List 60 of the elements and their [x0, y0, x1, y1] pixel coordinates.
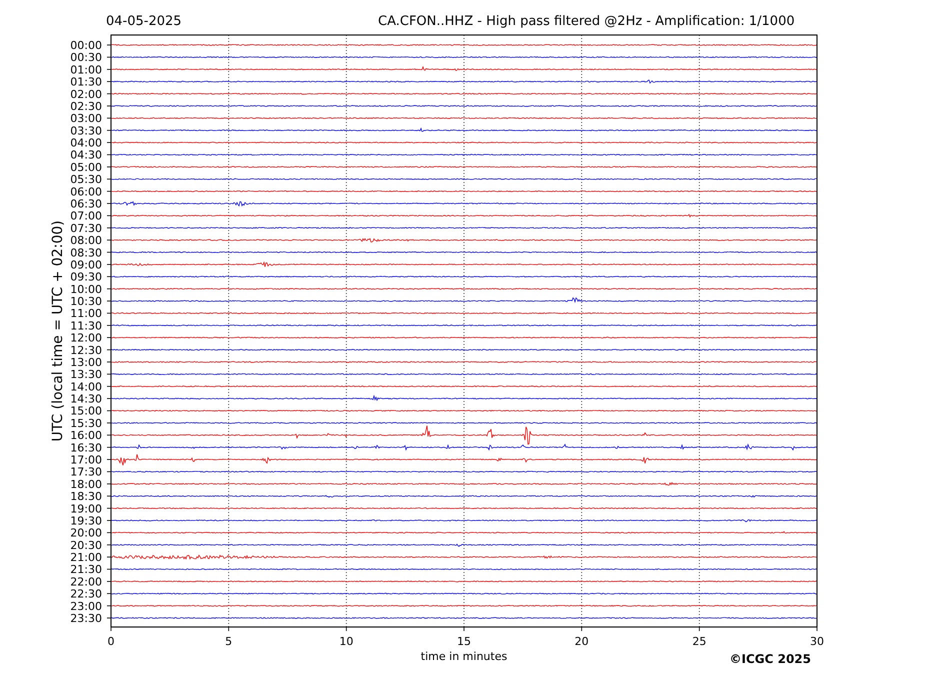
- tick-label: 15: [457, 635, 471, 648]
- time-label: 09:30: [70, 270, 102, 284]
- time-label: 22:30: [70, 588, 102, 601]
- time-label: 11:30: [70, 319, 102, 332]
- time-label: 15:00: [70, 404, 102, 418]
- time-label: 09:00: [70, 258, 102, 272]
- tick-label: 20: [574, 635, 589, 648]
- time-label: 23:30: [70, 612, 102, 625]
- time-label: 14:00: [70, 380, 102, 394]
- tick-label: 10: [339, 635, 354, 648]
- time-label: 22:00: [70, 575, 102, 588]
- axis-label: time in minutes: [420, 650, 508, 663]
- time-label: 18:00: [70, 478, 102, 491]
- time-label: 20:30: [70, 538, 102, 552]
- time-label: 00:00: [70, 39, 102, 52]
- time-label: 15:30: [70, 416, 102, 430]
- time-label: 03:00: [70, 112, 102, 126]
- chart-title: CA.CFON..HHZ - High pass filtered @2Hz - Amplification: 1/1000: [378, 14, 795, 29]
- tick-label: 5: [225, 635, 232, 648]
- time-label: 23:00: [70, 600, 102, 613]
- time-label: 21:30: [70, 563, 102, 576]
- time-label: 19:00: [70, 502, 102, 516]
- time-label: 06:00: [70, 185, 102, 198]
- time-label: 19:30: [70, 514, 102, 528]
- copyright-label: ©ICGC 2025: [729, 652, 811, 666]
- time-label: 18:30: [70, 490, 102, 504]
- tick-label: 30: [810, 635, 824, 648]
- tick-label: 0: [108, 635, 114, 648]
- axis-label: UTC (local time = UTC + 02:00): [50, 220, 66, 442]
- time-label: 20:00: [70, 526, 102, 540]
- time-label: 07:00: [70, 210, 102, 223]
- time-label: 13:00: [70, 356, 102, 369]
- time-label: 01:30: [70, 76, 102, 89]
- time-label: 21:00: [70, 551, 102, 564]
- time-label: 04:30: [70, 148, 102, 162]
- time-label: 10:30: [70, 295, 102, 308]
- time-label: 02:00: [70, 88, 102, 101]
- time-label: 08:00: [70, 234, 102, 248]
- time-label: 10:00: [70, 282, 102, 296]
- tick-label: 25: [692, 635, 706, 648]
- time-label: 16:30: [70, 441, 102, 454]
- time-label: 05:00: [70, 160, 102, 174]
- date-label: 04-05-2025: [106, 14, 182, 29]
- time-label: 11:00: [70, 307, 102, 320]
- time-label: 12:30: [70, 344, 102, 357]
- time-label: 07:30: [70, 222, 102, 235]
- time-label: 08:30: [70, 246, 102, 260]
- time-label: 06:30: [70, 198, 102, 210]
- time-label: 04:00: [70, 136, 102, 150]
- time-label: 03:30: [70, 124, 102, 138]
- time-label: 00:30: [70, 51, 102, 64]
- time-label: 02:30: [70, 100, 102, 113]
- time-label: 16:00: [70, 429, 102, 442]
- time-label: 05:30: [70, 173, 102, 186]
- time-label: 12:00: [70, 332, 102, 345]
- time-label: 01:00: [70, 63, 102, 76]
- time-label: 14:30: [70, 392, 102, 406]
- time-label: 13:30: [70, 368, 102, 382]
- time-label: 17:00: [70, 454, 102, 466]
- time-label: 17:30: [70, 466, 102, 479]
